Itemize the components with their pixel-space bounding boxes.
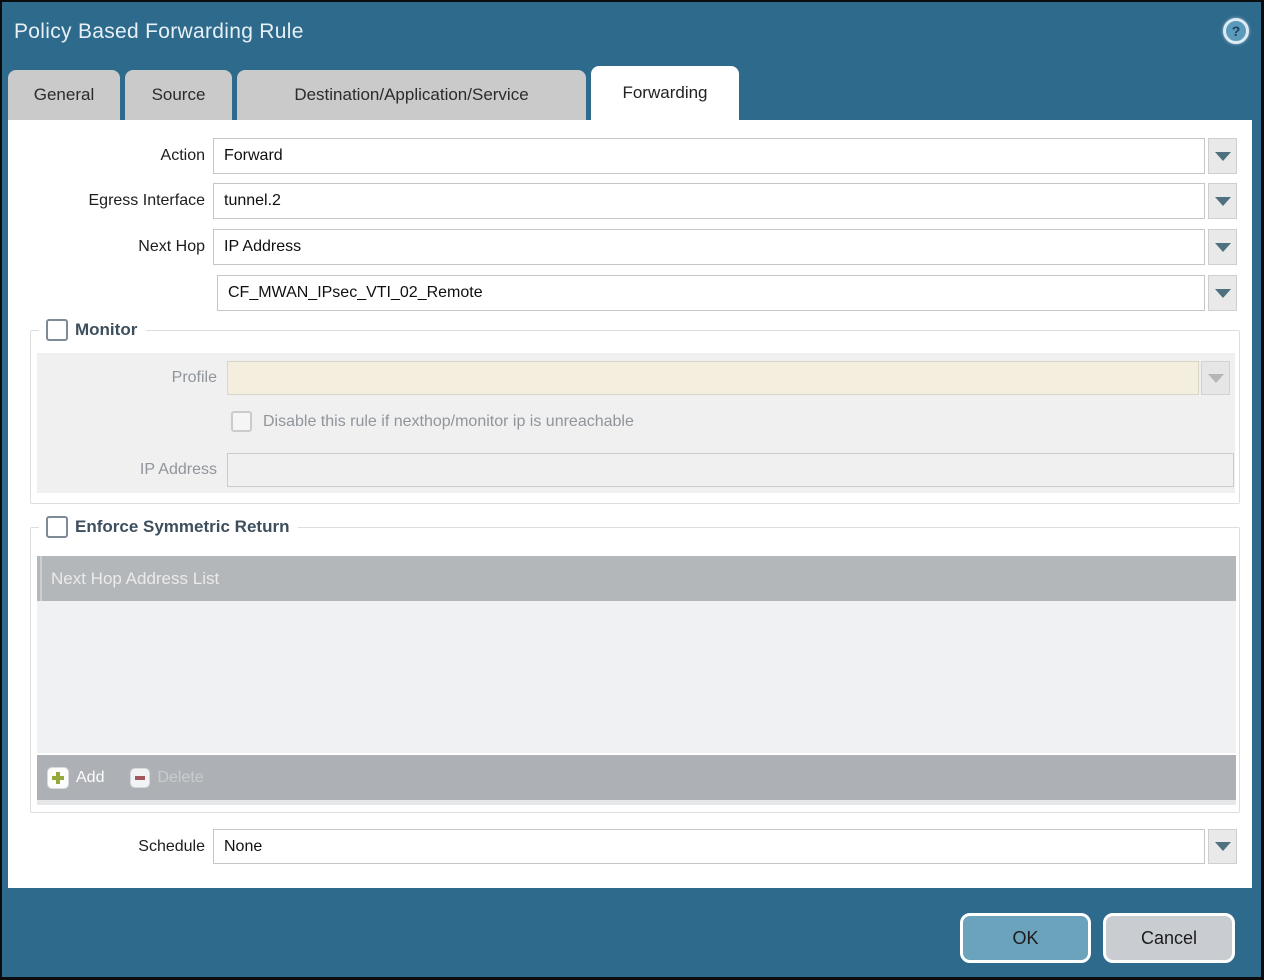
egress-interface-dropdown-button[interactable]: [1208, 183, 1237, 219]
next-hop-address-dropdown-button[interactable]: [1208, 275, 1237, 311]
next-hop-address-list-header-label: Next Hop Address List: [51, 569, 219, 589]
policy-based-forwarding-rule-dialog: Policy Based Forwarding Rule ? General S…: [2, 2, 1261, 977]
forwarding-tab-panel: Action Forward Egress Interface tunnel.2…: [8, 120, 1252, 888]
add-button-label: Add: [76, 769, 104, 787]
table-bottom-strip: [37, 800, 1236, 805]
help-icon-glyph: ?: [1232, 24, 1241, 38]
tab-destination-application-service[interactable]: Destination/Application/Service: [237, 70, 586, 120]
monitor-title: Monitor: [75, 320, 137, 340]
next-hop-address-list-table: Next Hop Address List Add Delete: [37, 556, 1236, 805]
profile-select: [227, 361, 1199, 395]
ok-button[interactable]: OK: [960, 913, 1091, 963]
tab-forwarding-label: Forwarding: [622, 83, 707, 103]
chevron-down-icon: [1215, 289, 1231, 298]
next-hop-address-list-toolbar: Add Delete: [37, 755, 1236, 800]
delete-button-label: Delete: [157, 769, 203, 787]
disable-rule-checkbox: [231, 411, 252, 432]
minus-icon: [130, 768, 150, 788]
monitor-ip-address-input: [227, 453, 1234, 487]
chevron-down-icon: [1215, 842, 1231, 851]
egress-interface-select[interactable]: tunnel.2: [213, 183, 1205, 219]
disable-rule-checkbox-label: Disable this rule if nexthop/monitor ip …: [263, 411, 634, 433]
ok-button-label: OK: [1012, 928, 1038, 949]
action-dropdown-button[interactable]: [1208, 138, 1237, 174]
dialog-title: Policy Based Forwarding Rule: [14, 20, 304, 44]
plus-icon: [47, 767, 69, 789]
chevron-down-icon: [1215, 197, 1231, 206]
enforce-symmetric-return-legend: Enforce Symmetric Return: [39, 516, 298, 538]
profile-label: Profile: [37, 361, 217, 395]
tab-general[interactable]: General: [8, 70, 120, 120]
chevron-down-icon: [1215, 152, 1231, 161]
action-value: Forward: [224, 147, 283, 165]
schedule-value: None: [224, 838, 262, 856]
tab-destination-application-service-label: Destination/Application/Service: [294, 85, 528, 105]
monitor-panel: Profile Disable this rule if nexthop/mon…: [37, 353, 1235, 493]
tab-forwarding[interactable]: Forwarding: [591, 66, 739, 120]
action-label: Action: [8, 138, 205, 174]
schedule-dropdown-button[interactable]: [1208, 829, 1237, 864]
next-hop-select[interactable]: IP Address: [213, 229, 1205, 265]
monitor-checkbox[interactable]: [46, 319, 68, 341]
enforce-symmetric-return-title: Enforce Symmetric Return: [75, 517, 289, 537]
next-hop-address-list-body[interactable]: [37, 601, 1236, 753]
next-hop-address-list-column-header[interactable]: Next Hop Address List: [37, 556, 1236, 601]
enforce-symmetric-return-section: Enforce Symmetric Return Next Hop Addres…: [30, 527, 1240, 813]
help-icon[interactable]: ?: [1223, 18, 1249, 44]
next-hop-dropdown-button[interactable]: [1208, 229, 1237, 265]
monitor-legend: Monitor: [39, 319, 146, 341]
egress-interface-value: tunnel.2: [224, 192, 281, 210]
cancel-button-label: Cancel: [1141, 928, 1197, 949]
tab-general-label: General: [34, 85, 94, 105]
profile-dropdown-button: [1201, 361, 1230, 395]
egress-interface-label: Egress Interface: [8, 183, 205, 219]
cancel-button[interactable]: Cancel: [1103, 913, 1235, 963]
tab-source[interactable]: Source: [125, 70, 232, 120]
chevron-down-icon: [1215, 243, 1231, 252]
next-hop-address-select[interactable]: CF_MWAN_IPsec_VTI_02_Remote: [217, 275, 1205, 311]
monitor-ip-address-label: IP Address: [37, 453, 217, 487]
next-hop-label: Next Hop: [8, 229, 205, 265]
next-hop-value: IP Address: [224, 238, 301, 256]
action-select[interactable]: Forward: [213, 138, 1205, 174]
tab-bar: General Source Destination/Application/S…: [8, 66, 739, 120]
dialog-titlebar: Policy Based Forwarding Rule ?: [2, 2, 1261, 66]
schedule-label: Schedule: [8, 829, 205, 864]
add-button[interactable]: Add: [47, 767, 104, 789]
tab-source-label: Source: [152, 85, 206, 105]
chevron-down-icon: [1208, 374, 1224, 383]
delete-button: Delete: [130, 768, 203, 788]
next-hop-address-value: CF_MWAN_IPsec_VTI_02_Remote: [228, 284, 483, 302]
enforce-symmetric-return-checkbox[interactable]: [46, 516, 68, 538]
monitor-section: Monitor Profile Disable this rule if nex…: [30, 330, 1240, 504]
schedule-select[interactable]: None: [213, 829, 1205, 864]
